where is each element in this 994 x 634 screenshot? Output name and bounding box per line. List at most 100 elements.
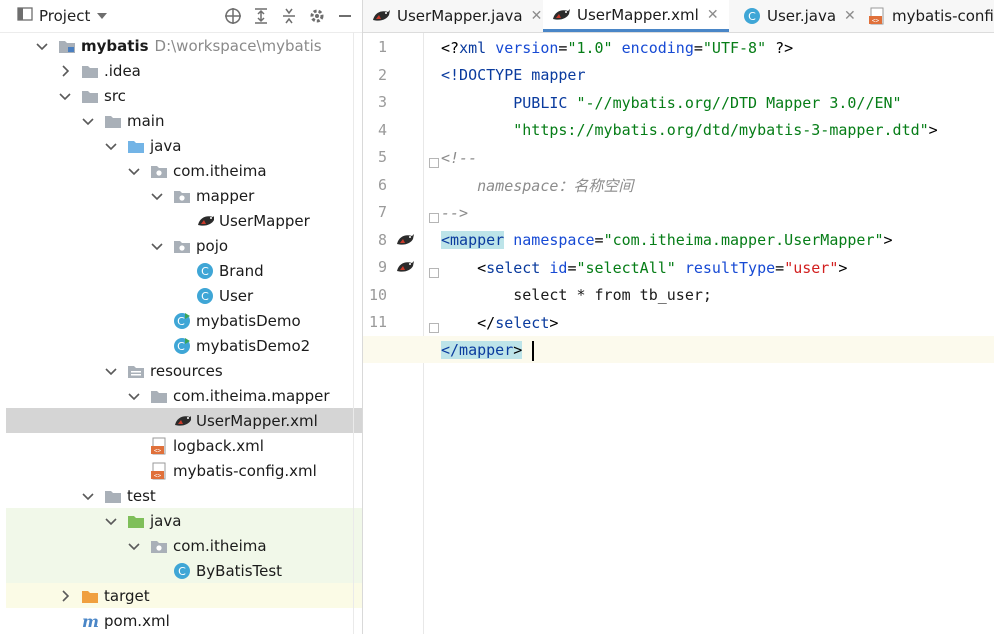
- mybatis-bird-icon: [196, 212, 214, 230]
- tree-item-label: logback.xml: [173, 436, 264, 455]
- tree-item[interactable]: UserMapper: [6, 208, 362, 233]
- fold-marker-icon[interactable]: [429, 263, 439, 278]
- chevron-down-icon[interactable]: [151, 190, 163, 202]
- expand-all-icon[interactable]: [250, 5, 272, 27]
- svg-text:C: C: [201, 265, 209, 278]
- svg-text:<>: <>: [872, 18, 880, 25]
- hide-icon[interactable]: [334, 5, 356, 27]
- tree-item-label: UserMapper: [219, 211, 310, 230]
- chevron-down-icon[interactable]: [82, 490, 94, 502]
- tree-item[interactable]: mapper: [6, 183, 362, 208]
- tree-item[interactable]: target: [6, 583, 362, 608]
- chevron-right-icon[interactable]: [59, 64, 71, 77]
- tree-item[interactable]: java: [6, 508, 362, 533]
- editor-tab[interactable]: UserMapper.java ✕: [363, 0, 552, 32]
- tree-item[interactable]: C User: [6, 283, 362, 308]
- close-icon[interactable]: ✕: [844, 8, 856, 24]
- code-line: < select id = "selectAll" resultType = "user"…: [477, 258, 848, 277]
- tree-item[interactable]: com.itheima.mapper: [6, 383, 362, 408]
- tree-item[interactable]: .idea: [6, 58, 362, 83]
- close-icon[interactable]: ✕: [531, 8, 543, 24]
- editor-tab[interactable]: C User.java ✕: [735, 0, 866, 32]
- chevron-down-icon[interactable]: [128, 390, 140, 402]
- chevron-right-icon[interactable]: [59, 589, 71, 602]
- gear-icon[interactable]: [306, 5, 328, 27]
- editor-tab[interactable]: <> mybatis-confi: [860, 0, 994, 32]
- tree-item[interactable]: com.itheima: [6, 158, 362, 183]
- tree-item[interactable]: com.itheima: [6, 533, 362, 558]
- chevron-down-icon[interactable]: [59, 90, 71, 102]
- tree-item-label: Brand: [219, 261, 264, 280]
- tree-item[interactable]: main: [6, 108, 362, 133]
- mybatis-bird-icon: [173, 412, 191, 430]
- project-view-selector[interactable]: Project: [17, 6, 108, 26]
- chevron-down-icon[interactable]: [128, 540, 140, 552]
- line-number: 8: [377, 230, 387, 249]
- tree-item[interactable]: C ByBatisTest: [6, 558, 362, 583]
- line-number: 2: [377, 65, 387, 84]
- module-folder-icon: [58, 37, 76, 55]
- code-editor[interactable]: <? xml version = "1.0" encoding = "UTF-8" ?> <…: [441, 33, 994, 634]
- maven-icon: m: [81, 612, 99, 630]
- close-icon[interactable]: ✕: [707, 7, 719, 23]
- chevron-down-icon[interactable]: [151, 240, 163, 252]
- chevron-down-icon[interactable]: [105, 365, 117, 377]
- fold-marker-icon[interactable]: [429, 208, 439, 223]
- code-line: -->: [441, 203, 469, 222]
- tree-item[interactable]: resources: [6, 358, 362, 383]
- tree-item[interactable]: CmybatisDemo: [6, 308, 362, 333]
- tree-item[interactable]: pojo: [6, 233, 362, 258]
- tree-item[interactable]: src: [6, 83, 362, 108]
- tab-label: UserMapper.java: [397, 7, 523, 25]
- chevron-down-icon[interactable]: [105, 515, 117, 527]
- tree-item-label: mybatis D:\workspace\mybatis: [81, 36, 322, 55]
- fold-marker-icon[interactable]: [429, 318, 439, 333]
- mybatis-bird-icon[interactable]: [395, 258, 415, 280]
- project-view-title: Project: [39, 7, 91, 25]
- chevron-down-icon[interactable]: [105, 140, 117, 152]
- folder-icon: [81, 62, 99, 80]
- tree-item[interactable]: UserMapper.xml: [6, 408, 362, 433]
- editor-tab[interactable]: UserMapper.xml ✕: [543, 0, 729, 32]
- tree-item[interactable]: <> logback.xml: [6, 433, 362, 458]
- tree-item-label: mybatisDemo2: [196, 336, 311, 355]
- line-number: 10: [368, 285, 387, 304]
- tab-label: User.java: [767, 7, 837, 25]
- tree-item-label: UserMapper.xml: [196, 411, 318, 430]
- folder-icon: [150, 387, 168, 405]
- fold-marker-icon[interactable]: [429, 153, 439, 168]
- collapse-all-icon[interactable]: [278, 5, 300, 27]
- tree-item[interactable]: <> mybatis-config.xml: [6, 458, 362, 483]
- class-icon: C: [196, 287, 214, 305]
- svg-text:C: C: [177, 340, 185, 353]
- locate-icon[interactable]: [222, 5, 244, 27]
- tree-item[interactable]: test: [6, 483, 362, 508]
- mybatis-bird-icon[interactable]: [395, 231, 415, 253]
- svg-text:<>: <>: [154, 472, 162, 479]
- folder-icon: [81, 87, 99, 105]
- code-line: PUBLIC "-//mybatis.org//DTD Mapper 3.0//…: [513, 93, 902, 112]
- runnable-class-icon: C: [173, 312, 191, 330]
- line-number: 3: [377, 93, 387, 111]
- tree-item[interactable]: m pom.xml: [6, 608, 362, 633]
- tree-item[interactable]: java: [6, 133, 362, 158]
- xml-file-icon: <>: [150, 462, 168, 480]
- chevron-down-icon[interactable]: [36, 40, 48, 52]
- tree-item[interactable]: mybatis D:\workspace\mybatis: [6, 33, 362, 58]
- test-folder-icon: [127, 512, 145, 530]
- class-icon: C: [173, 562, 191, 580]
- chevron-down-icon[interactable]: [82, 115, 94, 127]
- tree-item[interactable]: C Brand: [6, 258, 362, 283]
- project-panel: Project mybatis D:\workspace\mybatis .idea…: [0, 0, 363, 634]
- line-number: 5: [377, 148, 387, 166]
- tree-item-label: mybatisDemo: [196, 311, 301, 330]
- code-line: <!DOCTYPE mapper: [441, 66, 586, 84]
- package-icon: [173, 187, 191, 205]
- excluded-folder-icon: [81, 587, 99, 605]
- gutter: 123456789101112: [363, 33, 439, 634]
- chevron-down-icon[interactable]: [128, 165, 140, 177]
- tree-item[interactable]: CmybatisDemo2: [6, 333, 362, 358]
- package-icon: [173, 237, 191, 255]
- editor-tabs: UserMapper.java ✕ UserMapper.xml ✕ C User.jav…: [363, 0, 994, 33]
- code-line: </select >: [477, 313, 559, 332]
